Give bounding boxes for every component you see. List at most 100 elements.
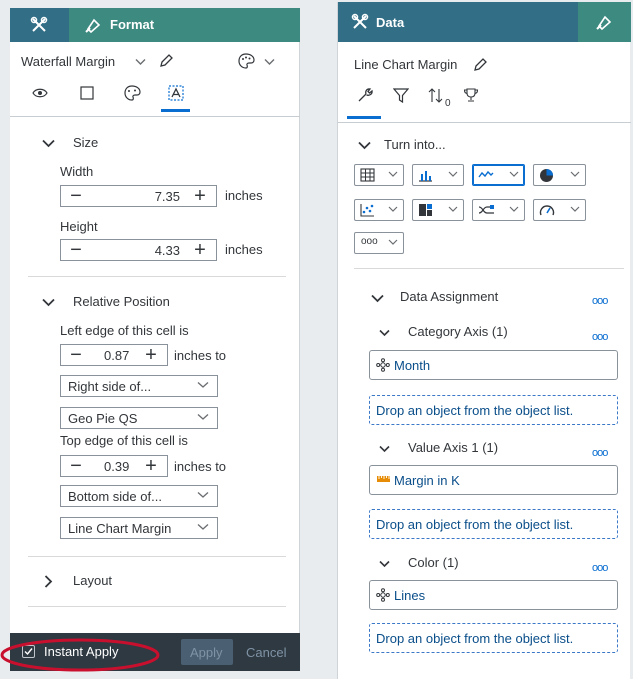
top-object-select-value: Line Chart Margin bbox=[68, 521, 172, 536]
top-edge-label: Top edge of this cell is bbox=[60, 433, 188, 448]
height-increase-button[interactable]: + bbox=[190, 240, 210, 260]
data-assignment-more-button[interactable]: ooo bbox=[592, 295, 608, 307]
width-decrease-button[interactable]: − bbox=[66, 186, 86, 206]
eye-icon[interactable] bbox=[32, 87, 48, 99]
value-axis-collapse-icon[interactable] bbox=[379, 445, 390, 453]
left-offset-increase-button[interactable]: + bbox=[141, 345, 161, 365]
top-side-select[interactable]: Bottom side of... bbox=[60, 485, 218, 507]
edit-pencil-icon[interactable] bbox=[158, 53, 174, 69]
category-axis-drop-zone[interactable]: Drop an object from the object list. bbox=[369, 395, 618, 425]
dimension-lines[interactable]: Lines bbox=[369, 580, 618, 610]
category-axis-title: Category Axis (1) bbox=[408, 324, 508, 339]
measure-margin-in-k[interactable]: Margin in K bbox=[369, 465, 618, 495]
format-panel: Format Waterfall Margin Size Width − 7.3… bbox=[10, 8, 300, 671]
left-side-select[interactable]: Right side of... bbox=[60, 375, 218, 397]
filter-icon[interactable] bbox=[393, 88, 409, 103]
edit-pencil-icon[interactable] bbox=[472, 57, 488, 73]
style-palette-icon[interactable] bbox=[124, 85, 141, 101]
top-offset-decrease-button[interactable]: − bbox=[66, 456, 86, 476]
top-side-select-value: Bottom side of... bbox=[68, 489, 162, 504]
height-value[interactable]: 4.33 bbox=[155, 243, 180, 258]
height-stepper[interactable]: − 4.33 + bbox=[60, 239, 217, 261]
size-position-icon[interactable] bbox=[168, 85, 184, 102]
height-label: Height bbox=[60, 219, 98, 234]
top-object-select[interactable]: Line Chart Margin bbox=[60, 517, 218, 539]
category-axis-collapse-icon[interactable] bbox=[379, 329, 390, 337]
drop-zone-label: Drop an object from the object list. bbox=[376, 631, 574, 646]
relative-position-title: Relative Position bbox=[73, 294, 170, 309]
chevron-down-icon bbox=[197, 381, 209, 389]
left-offset-decrease-button[interactable]: − bbox=[66, 345, 86, 365]
chevron-down-icon bbox=[197, 523, 209, 531]
color-collapse-icon[interactable] bbox=[379, 560, 390, 568]
dimension-month[interactable]: Month bbox=[369, 350, 618, 380]
dimension-label: Month bbox=[394, 358, 431, 373]
builder-wrench-icon[interactable] bbox=[357, 87, 373, 103]
chevron-down-icon bbox=[570, 206, 580, 213]
height-decrease-button[interactable]: − bbox=[66, 240, 86, 260]
width-value[interactable]: 7.35 bbox=[155, 189, 180, 204]
header-divider bbox=[10, 116, 300, 117]
width-stepper[interactable]: − 7.35 + bbox=[60, 185, 217, 207]
scatter-chart-icon bbox=[360, 203, 375, 217]
pie-chart-button[interactable] bbox=[533, 164, 586, 186]
color-title: Color (1) bbox=[408, 555, 459, 570]
cancel-button[interactable]: Cancel bbox=[246, 645, 286, 660]
size-collapse-icon[interactable] bbox=[42, 139, 55, 148]
border-box-icon[interactable] bbox=[80, 86, 94, 100]
value-axis-drop-zone[interactable]: Drop an object from the object list. bbox=[369, 509, 618, 539]
tools-icon bbox=[30, 16, 48, 34]
more-charts-button[interactable]: ooo bbox=[354, 232, 404, 254]
color-drop-zone[interactable]: Drop an object from the object list. bbox=[369, 623, 618, 653]
palette-chevron-icon[interactable] bbox=[264, 58, 275, 66]
width-increase-button[interactable]: + bbox=[190, 186, 210, 206]
data-assignment-collapse-icon[interactable] bbox=[371, 294, 384, 303]
top-offset-value[interactable]: 0.39 bbox=[104, 459, 129, 474]
trophy-icon[interactable] bbox=[463, 87, 479, 103]
tools-tab[interactable] bbox=[10, 8, 69, 42]
line-chart-button[interactable] bbox=[472, 164, 525, 186]
left-object-select[interactable]: Geo Pie QS bbox=[60, 407, 218, 429]
apply-button[interactable]: Apply bbox=[181, 639, 233, 665]
value-axis-more-button[interactable]: ooo bbox=[592, 447, 608, 459]
measure-label: Margin in K bbox=[394, 473, 460, 488]
chevron-down-icon bbox=[197, 491, 209, 499]
flow-chart-icon bbox=[478, 203, 495, 217]
top-offset-stepper[interactable]: − 0.39 + bbox=[60, 455, 168, 477]
gauge-chart-button[interactable] bbox=[533, 199, 586, 221]
value-axis-title: Value Axis 1 (1) bbox=[408, 440, 499, 455]
scatter-chart-button[interactable] bbox=[354, 199, 404, 221]
treemap-icon bbox=[418, 203, 433, 217]
object-name: Line Chart Margin bbox=[354, 57, 458, 72]
object-name: Waterfall Margin bbox=[21, 54, 116, 69]
bar-chart-button[interactable] bbox=[412, 164, 464, 186]
flow-chart-button[interactable] bbox=[472, 199, 525, 221]
layout-section-title: Layout bbox=[73, 573, 113, 588]
color-more-button[interactable]: ooo bbox=[592, 562, 608, 574]
top-offset-increase-button[interactable]: + bbox=[141, 456, 161, 476]
bar-chart-icon bbox=[418, 168, 433, 182]
treemap-chart-button[interactable] bbox=[412, 199, 464, 221]
turn-into-title: Turn into... bbox=[384, 137, 446, 152]
category-axis-more-button[interactable]: ooo bbox=[592, 331, 608, 343]
chevron-down-icon[interactable] bbox=[135, 58, 146, 66]
chevron-down-icon bbox=[509, 206, 519, 213]
table-chart-button[interactable] bbox=[354, 164, 404, 186]
tab-format[interactable]: Format bbox=[110, 17, 154, 32]
relative-position-collapse-icon[interactable] bbox=[42, 298, 55, 307]
format-tab[interactable] bbox=[578, 2, 631, 42]
layout-expand-icon[interactable] bbox=[44, 575, 53, 588]
sort-icon[interactable] bbox=[428, 88, 444, 103]
palette-icon[interactable] bbox=[238, 53, 255, 69]
apply-button-label: Apply bbox=[190, 645, 223, 660]
left-offset-stepper[interactable]: − 0.87 + bbox=[60, 344, 168, 366]
left-offset-value[interactable]: 0.87 bbox=[104, 348, 129, 363]
left-edge-label: Left edge of this cell is bbox=[60, 323, 189, 338]
annotation-ellipse bbox=[0, 638, 160, 672]
chevron-down-icon bbox=[388, 206, 398, 213]
left-side-select-value: Right side of... bbox=[68, 379, 152, 394]
turn-into-collapse-icon[interactable] bbox=[358, 141, 371, 150]
tab-data[interactable]: Data bbox=[376, 15, 404, 30]
width-label: Width bbox=[60, 164, 94, 179]
line-chart-icon bbox=[478, 168, 494, 182]
